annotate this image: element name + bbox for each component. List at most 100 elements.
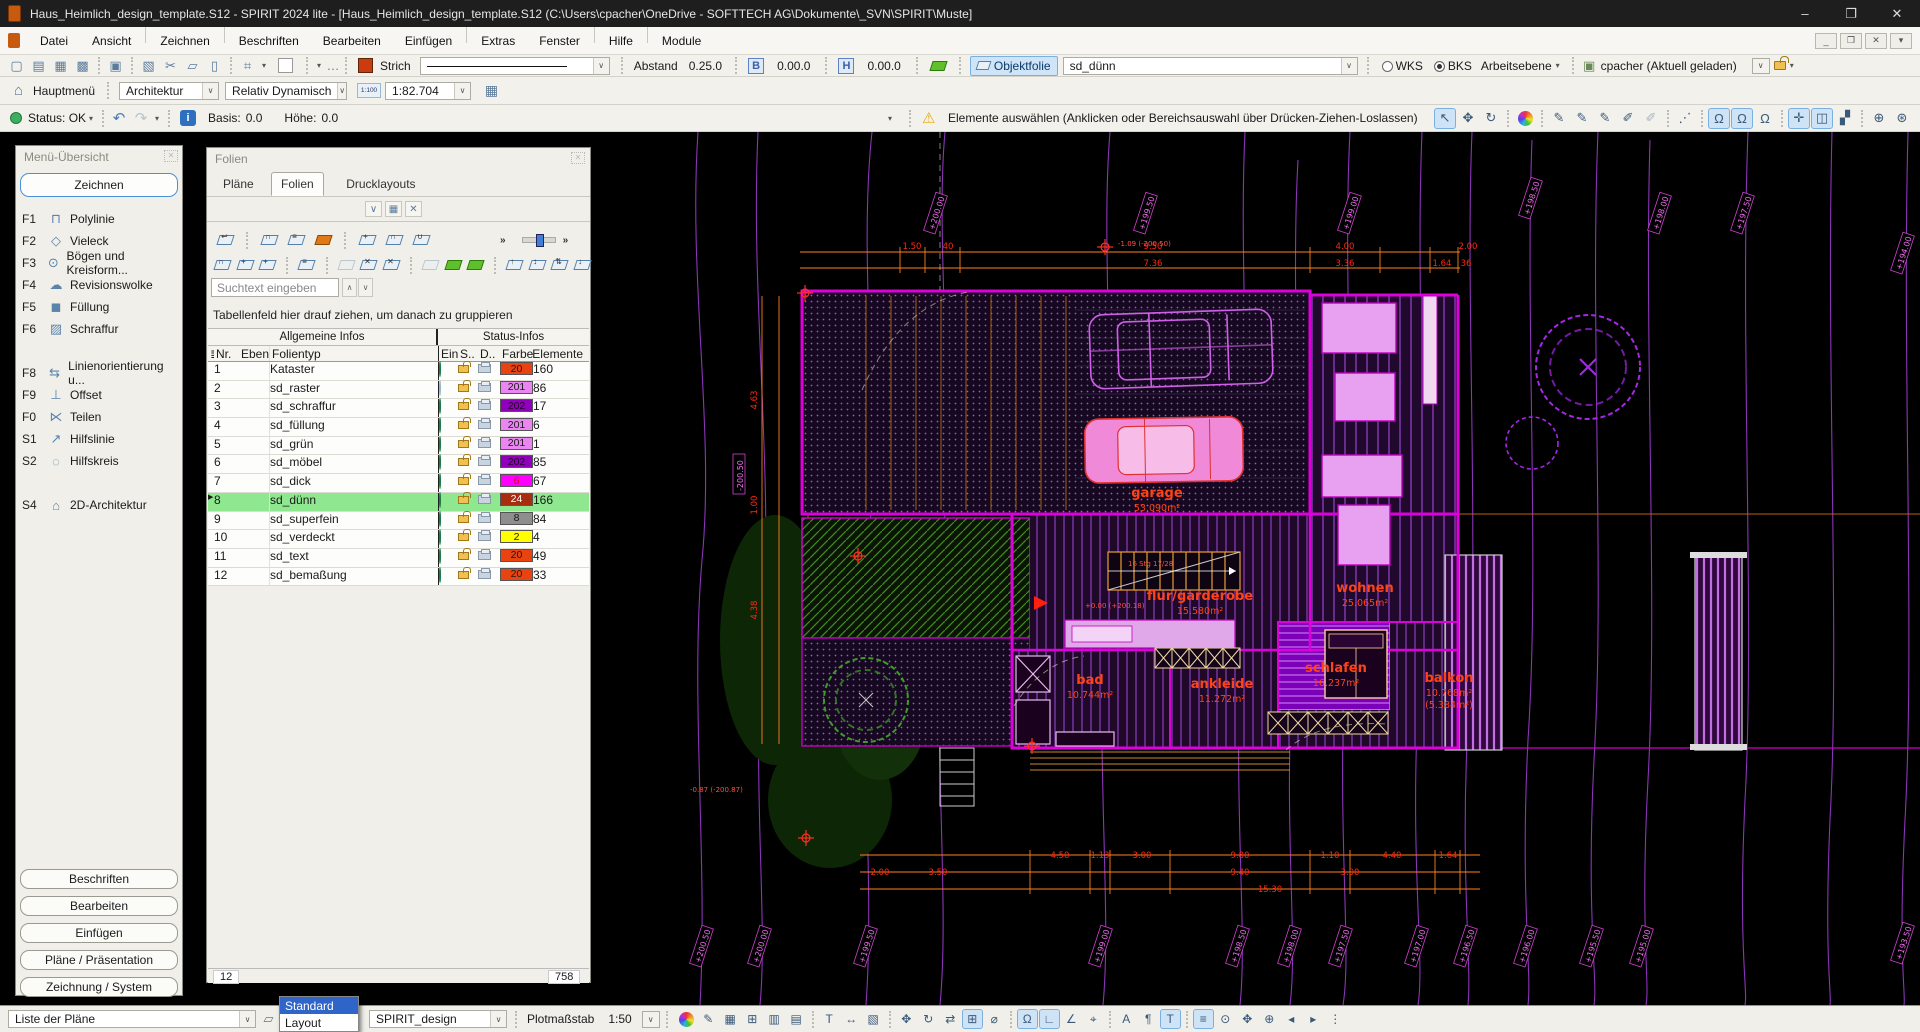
layer-on-dot[interactable] <box>439 417 441 433</box>
save-all-icon[interactable]: ▩ <box>72 56 93 75</box>
sheet-icon[interactable]: ▤ <box>786 1009 807 1029</box>
plan-list-combo[interactable]: Liste der Pläne ∨ <box>8 1010 256 1028</box>
minimize-button[interactable]: – <box>1782 0 1828 27</box>
panel-close-icon[interactable]: ✕ <box>164 150 178 162</box>
arbeitsebene-label[interactable]: Arbeitsebene <box>1481 59 1552 73</box>
snap-area-icon[interactable]: ▞ <box>1834 108 1856 129</box>
more-options-icon[interactable]: … <box>326 56 340 75</box>
raster-icon[interactable]: ⊞ <box>742 1009 763 1029</box>
mtext-icon[interactable]: ¶ <box>1138 1009 1159 1029</box>
sidebar-item-f6[interactable]: F6▨Schraffur <box>22 319 178 339</box>
cell-ein[interactable] <box>438 474 458 492</box>
layer-on-dot[interactable] <box>439 529 441 545</box>
move-down-icon[interactable]: ↓ <box>574 256 589 274</box>
layer-visible-icon[interactable] <box>929 61 947 71</box>
sidebar-item-s2[interactable]: S2◌Hilfskreis <box>22 451 178 471</box>
menu-item-beschriften[interactable]: Beschriften <box>227 27 311 54</box>
table-row[interactable]: 12sd_bemaßung2033 <box>208 568 589 587</box>
cell-print[interactable] <box>478 362 500 380</box>
open-folder-icon[interactable]: ▤ <box>28 56 49 75</box>
snap-cross-icon[interactable]: ✛ <box>1788 108 1810 129</box>
close-button[interactable]: ✕ <box>1874 0 1920 27</box>
construction-point-icon[interactable]: ⋰ <box>1674 108 1696 129</box>
purge-layer-icon[interactable]: ✕ <box>384 256 399 274</box>
show-all-icon[interactable] <box>445 256 460 274</box>
table-row[interactable]: 2sd_raster20186 <box>208 381 589 400</box>
dim-style-icon[interactable]: ↔ <box>841 1009 862 1029</box>
search-input[interactable]: Suchtext eingeben <box>211 278 339 297</box>
abstand-value[interactable]: 0.25.0 <box>689 59 722 73</box>
architektur-combo[interactable]: Architektur∨ <box>119 82 219 100</box>
cell-farbe[interactable]: 24 <box>500 493 533 511</box>
design-combo[interactable]: SPIRIT_design ∨ <box>369 1010 507 1028</box>
app-menu-icon[interactable] <box>8 33 20 48</box>
cell-farbe[interactable]: 201 <box>500 437 533 455</box>
pen-settings-icon[interactable]: ✎ <box>698 1009 719 1029</box>
sort-icon[interactable]: ⇅ <box>552 256 567 274</box>
sidebar-item-s4[interactable]: S4⌂2D-Architektur <box>22 495 178 515</box>
grid-icon[interactable]: ▦ <box>720 1009 741 1029</box>
color-chip[interactable]: 6 <box>500 474 533 487</box>
cell-ein[interactable] <box>438 493 458 511</box>
expand-chevron-icon[interactable]: » <box>500 235 505 246</box>
format-brush-icon[interactable]: ✐ <box>1640 108 1662 129</box>
column-header-row[interactable]: ≣ Nr. Ebene Folientyp Ein S.. D.. Farbe … <box>208 346 589 362</box>
text-icon[interactable]: A <box>1116 1009 1137 1029</box>
tracking-icon[interactable]: ⌖ <box>1083 1009 1104 1029</box>
cell-farbe[interactable]: 8 <box>500 512 533 530</box>
zoom-icon[interactable]: ⊕ <box>1259 1009 1280 1029</box>
pan-icon[interactable]: ✥ <box>1237 1009 1258 1029</box>
pencil-icon[interactable]: ✎ <box>1548 108 1570 129</box>
measure-dropdown-icon[interactable]: ▾ <box>259 56 269 75</box>
color-chip[interactable]: 20 <box>500 568 533 581</box>
cell-print[interactable] <box>478 381 500 399</box>
cell-print[interactable] <box>478 493 500 511</box>
hoehe-value[interactable]: 0.00.0 <box>867 59 900 73</box>
cell-ein[interactable] <box>438 399 458 417</box>
lock-layer-icon[interactable]: ∩ <box>259 231 279 249</box>
cell-print[interactable] <box>478 549 500 567</box>
cell-print[interactable] <box>478 512 500 530</box>
move-icon[interactable]: ✥ <box>896 1009 917 1029</box>
show-used-icon[interactable] <box>468 256 483 274</box>
prev-view-icon[interactable]: ◂ <box>1281 1009 1302 1029</box>
home-icon[interactable]: ⌂ <box>8 81 29 100</box>
more-tools-icon[interactable]: ▾ <box>1914 108 1920 129</box>
color-chip[interactable]: 20 <box>500 362 533 375</box>
color-chip[interactable]: 8 <box>500 512 533 525</box>
array-icon[interactable]: ⊞ <box>962 1009 983 1029</box>
cell-farbe[interactable]: 202 <box>500 455 533 473</box>
popup-item-layout[interactable]: Layout <box>280 1014 358 1031</box>
paste-icon[interactable]: ▧ <box>138 56 159 75</box>
print-icon[interactable]: ▣ <box>105 56 126 75</box>
menu-item-module[interactable]: Module <box>650 27 713 54</box>
pan-view-icon[interactable]: ✥ <box>1457 108 1479 129</box>
search-next-icon[interactable]: ∨ <box>358 278 373 297</box>
pencil-hatch-icon[interactable]: ✎ <box>1594 108 1616 129</box>
menu-item-bearbeiten[interactable]: Bearbeiten <box>311 27 393 54</box>
tab-drucklayouts[interactable]: Drucklayouts <box>336 172 425 196</box>
sheet-settings-icon[interactable]: ▦ <box>481 81 502 100</box>
cell-print[interactable] <box>478 418 500 436</box>
sidebar-item-f2[interactable]: F2◇Vieleck <box>22 231 178 251</box>
layer-on-dot[interactable] <box>439 567 441 583</box>
cell-ein[interactable] <box>438 437 458 455</box>
layer-combo[interactable]: sd_dünn ∨ <box>1063 57 1358 75</box>
clipboard-icon[interactable]: ▯ <box>204 56 225 75</box>
lock-all-icon[interactable]: ∩ <box>215 256 230 274</box>
save-icon[interactable]: ▦ <box>50 56 71 75</box>
objektfolie-toggle[interactable]: Objektfolie <box>970 56 1058 76</box>
table-row[interactable]: 10sd_verdeckt24 <box>208 530 589 549</box>
cell-farbe[interactable]: 2 <box>500 530 533 548</box>
measure-icon[interactable]: ⌀ <box>984 1009 1005 1029</box>
move-up-icon[interactable]: ↑ <box>507 256 522 274</box>
cell-lock[interactable] <box>458 399 478 417</box>
color-chip[interactable]: 2 <box>500 530 533 543</box>
layer-list-icon[interactable]: ≡ <box>299 256 314 274</box>
sidebar-button-beschriften[interactable]: Beschriften <box>20 869 178 889</box>
cell-lock[interactable] <box>458 381 478 399</box>
tab-folien[interactable]: Folien <box>271 172 324 196</box>
layer-on-dot[interactable] <box>439 473 441 489</box>
polar-icon[interactable]: ∠ <box>1061 1009 1082 1029</box>
cell-ein[interactable] <box>438 549 458 567</box>
